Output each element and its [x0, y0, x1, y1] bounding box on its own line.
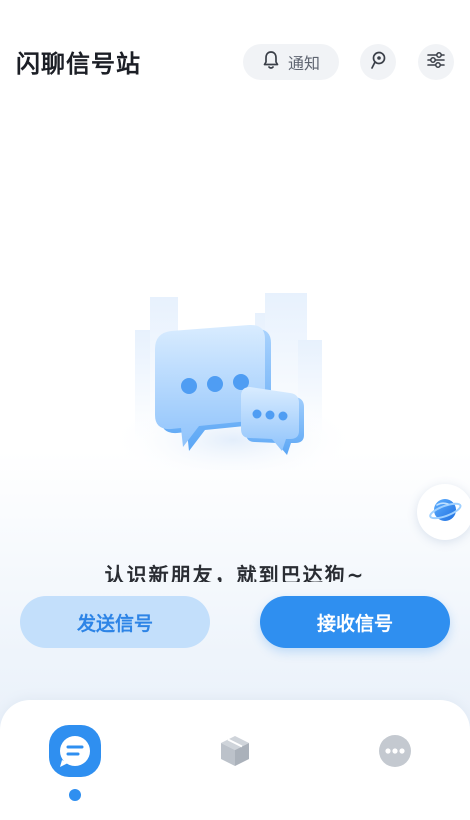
- header: 闪聊信号站 通知: [0, 0, 470, 110]
- bell-icon: [262, 50, 280, 74]
- chat-icon: [47, 723, 103, 783]
- nav-more[interactable]: [367, 725, 423, 781]
- cube-icon: [217, 733, 253, 773]
- planet-float-button[interactable]: [417, 484, 470, 540]
- more-icon: [378, 734, 412, 772]
- notify-label: 通知: [287, 54, 320, 73]
- location-button[interactable]: [360, 44, 396, 80]
- settings-button[interactable]: [418, 44, 454, 80]
- sliders-icon: [426, 51, 446, 73]
- send-signal-button[interactable]: 发送信号: [20, 596, 210, 648]
- nav-chat[interactable]: [47, 725, 103, 781]
- bottom-nav: [0, 700, 470, 820]
- chat-bubbles-illustration: [105, 285, 360, 485]
- notify-button[interactable]: 通知: [243, 44, 339, 80]
- tagline-container: 认识新朋友，就到巴达狗~: [0, 560, 470, 582]
- nav-cube[interactable]: [207, 725, 263, 781]
- tagline: 认识新朋友，就到巴达狗~: [104, 563, 366, 582]
- app-title: 闪聊信号站: [16, 50, 141, 78]
- planet-icon: [428, 493, 462, 531]
- active-indicator: [69, 789, 81, 801]
- receive-signal-button[interactable]: 接收信号: [260, 596, 450, 648]
- location-pin-icon: [369, 50, 387, 74]
